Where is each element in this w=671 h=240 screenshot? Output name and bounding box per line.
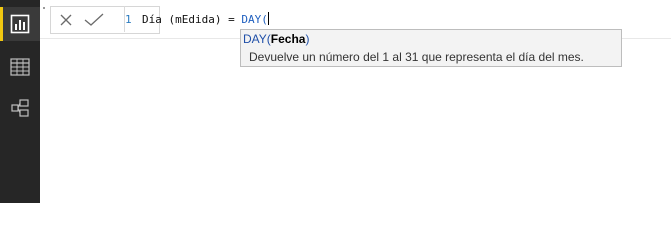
function-tooltip: DAY(Fecha) Devuelve un número del 1 al 3… (240, 29, 622, 67)
commit-icon (84, 13, 104, 26)
view-sidebar (0, 0, 40, 203)
report-view-icon (10, 14, 30, 34)
formula-code: Día (mEdida) = DAY( (142, 12, 269, 26)
tooltip-close-paren: ) (305, 32, 310, 46)
data-view-button[interactable] (0, 50, 40, 84)
formula-text: Día (mEdida) = (142, 13, 242, 26)
cancel-icon (60, 14, 72, 26)
formula-bar-grip (43, 7, 45, 9)
line-number: 1 (125, 13, 132, 26)
model-view-icon (11, 99, 29, 117)
function-signature: DAY(Fecha) (243, 32, 309, 46)
tooltip-parameter: Fecha (270, 32, 306, 46)
formula-function: DAY( (241, 13, 268, 26)
function-description: Devuelve un número del 1 al 31 que repre… (249, 50, 584, 64)
report-view-button[interactable] (0, 7, 40, 41)
cancel-button[interactable] (55, 10, 77, 30)
model-view-button[interactable] (0, 91, 40, 125)
tooltip-function-name: DAY (243, 32, 267, 46)
commit-button[interactable] (83, 10, 105, 30)
text-caret (267, 12, 269, 25)
data-view-icon (10, 58, 30, 76)
